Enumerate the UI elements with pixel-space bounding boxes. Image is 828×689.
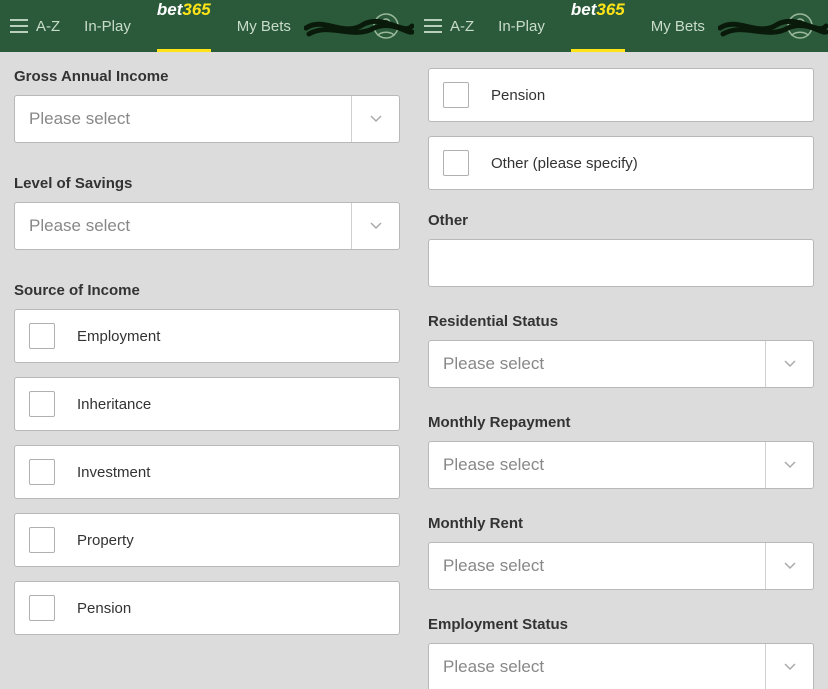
- nav-mybets[interactable]: My Bets: [639, 0, 717, 52]
- select-placeholder: Please select: [429, 644, 765, 689]
- check-label: Inheritance: [77, 396, 151, 413]
- nav-mybets[interactable]: My Bets: [225, 0, 303, 52]
- checkbox-icon: [29, 323, 55, 349]
- residential-label: Residential Status: [428, 313, 814, 330]
- checkbox-icon: [443, 82, 469, 108]
- other-label: Other: [428, 212, 814, 229]
- menu-icon[interactable]: [10, 19, 28, 33]
- check-label: Investment: [77, 464, 150, 481]
- monthly-rent-select[interactable]: Please select: [428, 542, 814, 590]
- app-header: A-Z In-Play bet 365 My Bets: [414, 0, 828, 52]
- source-investment[interactable]: Investment: [14, 445, 400, 499]
- logo-underline: [157, 49, 211, 52]
- employment-label: Employment Status: [428, 616, 814, 633]
- select-placeholder: Please select: [15, 203, 351, 249]
- nav-inplay[interactable]: In-Play: [72, 0, 143, 52]
- monthly-rent-label: Monthly Rent: [428, 515, 814, 532]
- right-panel: A-Z In-Play bet 365 My Bets Pension Othe…: [414, 0, 828, 689]
- check-label: Other (please specify): [491, 155, 638, 172]
- monthly-repay-select[interactable]: Please select: [428, 441, 814, 489]
- check-label: Property: [77, 532, 134, 549]
- source-pension[interactable]: Pension: [428, 68, 814, 122]
- savings-select[interactable]: Please select: [14, 202, 400, 250]
- source-other[interactable]: Other (please specify): [428, 136, 814, 190]
- chevron-down-icon: [351, 96, 399, 142]
- nav-az[interactable]: A-Z: [450, 0, 486, 52]
- checkbox-icon: [443, 150, 469, 176]
- profile-icon[interactable]: [786, 12, 814, 40]
- nav-az[interactable]: A-Z: [36, 0, 72, 52]
- select-placeholder: Please select: [429, 442, 765, 488]
- source-inheritance[interactable]: Inheritance: [14, 377, 400, 431]
- other-input[interactable]: [428, 239, 814, 287]
- logo[interactable]: bet 365: [557, 0, 639, 52]
- source-employment[interactable]: Employment: [14, 309, 400, 363]
- chevron-down-icon: [765, 341, 813, 387]
- check-label: Pension: [77, 600, 131, 617]
- app-header: A-Z In-Play bet 365 My Bets: [0, 0, 414, 52]
- source-income-label: Source of Income: [14, 282, 400, 299]
- chevron-down-icon: [765, 644, 813, 689]
- check-label: Employment: [77, 328, 160, 345]
- savings-label: Level of Savings: [14, 175, 400, 192]
- select-placeholder: Please select: [15, 96, 351, 142]
- form-body-right: Pension Other (please specify) Other Res…: [414, 52, 828, 689]
- check-label: Pension: [491, 87, 545, 104]
- source-property[interactable]: Property: [14, 513, 400, 567]
- logo-underline: [571, 49, 625, 52]
- employment-select[interactable]: Please select: [428, 643, 814, 689]
- select-placeholder: Please select: [429, 543, 765, 589]
- checkbox-icon: [29, 391, 55, 417]
- source-income-list: Employment Inheritance Investment Proper…: [14, 309, 400, 635]
- source-pension[interactable]: Pension: [14, 581, 400, 635]
- chevron-down-icon: [765, 543, 813, 589]
- profile-icon[interactable]: [372, 12, 400, 40]
- logo-text-365: 365: [596, 0, 624, 20]
- checkbox-icon: [29, 527, 55, 553]
- logo-text-bet: bet: [157, 0, 183, 20]
- logo[interactable]: bet 365: [143, 0, 225, 52]
- chevron-down-icon: [351, 203, 399, 249]
- form-body-left: Gross Annual Income Please select Level …: [0, 52, 414, 689]
- gross-income-select[interactable]: Please select: [14, 95, 400, 143]
- select-placeholder: Please select: [429, 341, 765, 387]
- left-panel: A-Z In-Play bet 365 My Bets Gross Annual…: [0, 0, 414, 689]
- logo-text-365: 365: [182, 0, 210, 20]
- chevron-down-icon: [765, 442, 813, 488]
- monthly-repay-label: Monthly Repayment: [428, 414, 814, 431]
- menu-icon[interactable]: [424, 19, 442, 33]
- nav-inplay[interactable]: In-Play: [486, 0, 557, 52]
- gross-income-label: Gross Annual Income: [14, 68, 400, 85]
- logo-text-bet: bet: [571, 0, 597, 20]
- checkbox-icon: [29, 459, 55, 485]
- checkbox-icon: [29, 595, 55, 621]
- residential-select[interactable]: Please select: [428, 340, 814, 388]
